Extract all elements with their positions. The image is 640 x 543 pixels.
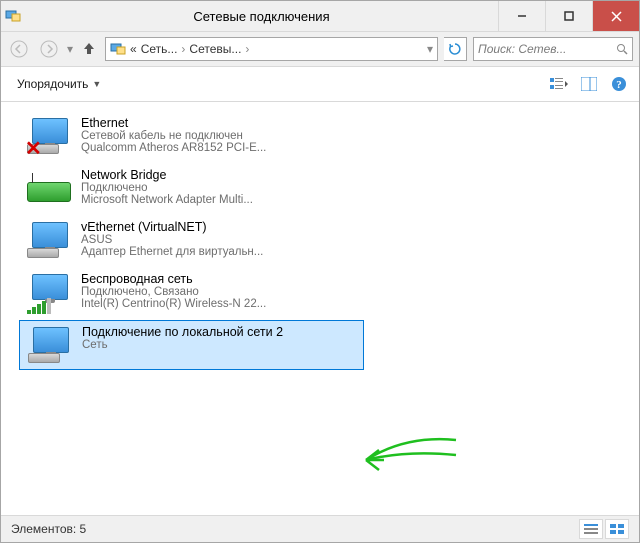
network-bridge-icon	[25, 168, 73, 208]
search-input[interactable]: Поиск: Сетев...	[473, 37, 633, 61]
svg-text:?: ?	[616, 79, 622, 91]
connection-item[interactable]: Беспроводная сеть Подключено, Связано In…	[19, 268, 364, 316]
annotation-arrow-icon	[346, 430, 466, 490]
connection-device: Qualcomm Atheros AR8152 PCI-E...	[81, 142, 358, 154]
details-view-button[interactable]	[579, 519, 603, 539]
forward-button[interactable]	[37, 37, 61, 61]
search-placeholder: Поиск: Сетев...	[478, 42, 567, 56]
organize-label: Упорядочить	[17, 77, 88, 91]
network-adapter-icon	[25, 220, 73, 260]
network-adapter-disconnected-icon: ✕	[25, 116, 73, 156]
connection-device: Сеть	[82, 339, 357, 351]
help-button[interactable]: ?	[609, 74, 629, 94]
back-button[interactable]	[7, 37, 31, 61]
connection-status: Сетевой кабель не подключен	[81, 130, 358, 142]
connection-name: Подключение по локальной сети 2	[82, 325, 357, 339]
connection-item[interactable]: vEthernet (VirtualNET) ASUS Адаптер Ethe…	[19, 216, 364, 264]
connection-item[interactable]: Network Bridge Подключено Microsoft Netw…	[19, 164, 364, 212]
nav-bar: ▾ « Сеть... › Сетевы... › ▾ Поиск: Сетев…	[1, 32, 639, 67]
item-count-value: 5	[80, 522, 87, 536]
status-bar: Элементов: 5	[1, 515, 639, 542]
connection-device: Адаптер Ethernet для виртуальн...	[81, 246, 358, 258]
chevron-right-icon: ›	[245, 42, 249, 56]
connection-device: Microsoft Network Adapter Multi...	[81, 194, 358, 206]
up-button[interactable]	[79, 41, 99, 58]
item-count-label: Элементов:	[11, 522, 76, 536]
title-bar: Сетевые подключения	[1, 1, 639, 32]
connection-status: Подключено	[81, 182, 358, 194]
wifi-adapter-icon	[25, 272, 73, 312]
view-options-button[interactable]	[549, 74, 569, 94]
command-bar: Упорядочить ▼ ?	[1, 67, 639, 102]
connection-item[interactable]: Подключение по локальной сети 2 Сеть	[19, 320, 364, 370]
connection-status: ASUS	[81, 234, 358, 246]
address-dropdown-icon[interactable]: ▾	[427, 42, 433, 56]
recent-dropdown-icon[interactable]: ▾	[67, 42, 73, 56]
connection-device: Intel(R) Centrino(R) Wireless-N 22...	[81, 298, 358, 310]
breadcrumb-1[interactable]: Сеть...	[141, 42, 178, 56]
chevron-down-icon: ▼	[92, 79, 101, 89]
window-title: Сетевые подключения	[25, 9, 498, 24]
connections-list: ✕ Ethernet Сетевой кабель не подключен Q…	[1, 102, 639, 515]
connection-item[interactable]: ✕ Ethernet Сетевой кабель не подключен Q…	[19, 112, 364, 160]
connection-name: Беспроводная сеть	[81, 272, 358, 286]
refresh-button[interactable]	[444, 37, 467, 61]
search-icon	[616, 43, 628, 55]
app-icon	[1, 8, 25, 24]
connection-name: Network Bridge	[81, 168, 358, 182]
connection-name: Ethernet	[81, 116, 358, 130]
preview-pane-button[interactable]	[579, 74, 599, 94]
connection-status: Подключено, Связано	[81, 286, 358, 298]
breadcrumb-2[interactable]: Сетевы...	[189, 42, 241, 56]
organize-menu[interactable]: Упорядочить ▼	[11, 73, 107, 95]
connection-name: vEthernet (VirtualNET)	[81, 220, 358, 234]
close-button[interactable]	[592, 1, 639, 31]
maximize-button[interactable]	[545, 1, 592, 31]
explorer-window: Сетевые подключения ▾ « Сеть... › Сетевы…	[0, 0, 640, 543]
minimize-button[interactable]	[498, 1, 545, 31]
address-bar[interactable]: « Сеть... › Сетевы... › ▾	[105, 37, 438, 61]
chevron-right-icon: ›	[181, 42, 185, 56]
crumb-prefix: «	[130, 42, 137, 56]
location-icon	[110, 41, 126, 57]
window-controls	[498, 1, 639, 31]
icons-view-button[interactable]	[605, 519, 629, 539]
network-adapter-icon	[26, 325, 74, 365]
